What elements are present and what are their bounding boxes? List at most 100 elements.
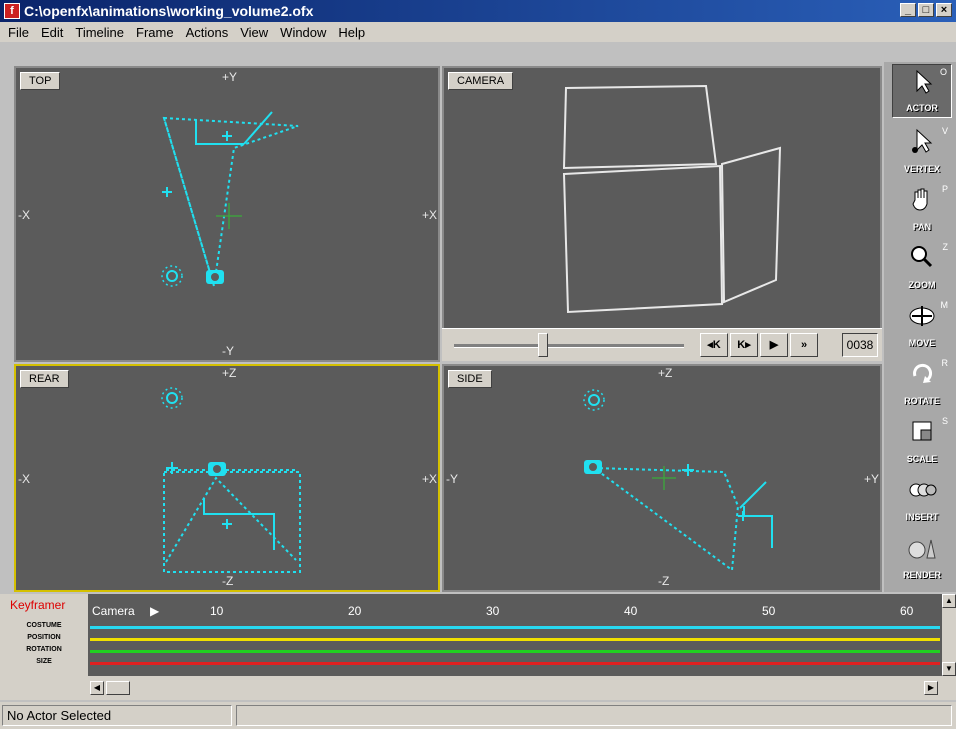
minimize-button[interactable]: _ (900, 3, 916, 17)
axis-label-right: +Y (864, 472, 880, 486)
tool-actor[interactable]: O ACTOR (892, 64, 952, 118)
rear-scene (161, 387, 301, 573)
rotate-icon (913, 363, 932, 383)
tool-scale[interactable]: S SCALE (892, 414, 952, 468)
tool-scale-label: SCALE (906, 454, 938, 464)
status-bar: No Actor Selected (0, 702, 956, 729)
side-viewport[interactable]: SIDE +Z -Z -Y +Y (442, 364, 882, 592)
side-viewport-label[interactable]: SIDE (448, 370, 492, 388)
top-viewport[interactable]: TOP +Y -Y -X +X (14, 66, 440, 362)
row-costume: COSTUME (26, 622, 62, 629)
move-icon (909, 306, 935, 326)
frame-slider-track[interactable] (454, 344, 684, 348)
insert-icon (909, 483, 937, 497)
maximize-button[interactable]: □ (918, 3, 934, 17)
scroll-left-button[interactable]: ◀ (90, 681, 104, 695)
menu-help[interactable]: Help (334, 25, 369, 40)
app-icon[interactable]: f (4, 3, 20, 19)
prev-keyframe-button[interactable]: ◂K (700, 333, 728, 357)
ruler-tick: 50 (762, 604, 776, 618)
menu-view[interactable]: View (236, 25, 272, 40)
magnifier-icon (911, 246, 933, 268)
menu-frame[interactable]: Frame (132, 25, 178, 40)
axis-label-top: +Z (658, 366, 673, 380)
close-button[interactable]: × (936, 3, 952, 17)
tool-pan[interactable]: P PAN (892, 182, 952, 236)
tool-actor-label: ACTOR (906, 103, 938, 113)
track-costume[interactable] (90, 626, 940, 629)
row-position: POSITION (27, 634, 61, 641)
ruler-tick: 10 (210, 604, 224, 618)
track-rotation[interactable] (90, 650, 940, 653)
light-icon (161, 265, 183, 287)
camera-icon (208, 462, 226, 476)
frame-ruler[interactable]: Camera ▶ 10 20 30 40 50 60 (90, 604, 940, 618)
tool-move-label: MOVE (908, 338, 936, 348)
actor-name: Camera (92, 604, 135, 618)
status-panel (236, 705, 952, 726)
frame-slider-thumb[interactable] (537, 333, 548, 357)
ruler-tick: 30 (486, 604, 500, 618)
light-icon (583, 389, 605, 411)
vertex-arrow-icon (912, 128, 933, 153)
side-scene (583, 389, 773, 572)
frame-number[interactable]: 0038 (842, 333, 878, 357)
keyframer-title: Keyframer (10, 598, 66, 612)
track-position[interactable] (90, 638, 940, 641)
next-keyframe-button[interactable]: K▸ (730, 333, 758, 357)
tool-rotate[interactable]: R ROTATE (892, 356, 952, 410)
ruler-tick: 20 (348, 604, 362, 618)
tool-render[interactable]: RENDER (892, 530, 952, 584)
axis-label-bottom: -Y (222, 344, 234, 358)
tool-render-label: RENDER (902, 570, 941, 580)
scroll-down-button[interactable]: ▼ (942, 662, 956, 676)
render-icon (908, 539, 936, 559)
hand-icon (912, 188, 928, 211)
keyframer-legend: Keyframer COSTUME POSITION ROTATION SIZE (0, 594, 88, 676)
camera-viewport-label[interactable]: CAMERA (448, 72, 514, 90)
axis-label-left: -Y (446, 472, 458, 486)
menu-file[interactable]: File (4, 25, 33, 40)
axis-label-right: +X (422, 208, 438, 222)
axis-label-top: +Y (222, 70, 238, 84)
top-scene (161, 111, 299, 287)
camera-scene (562, 84, 782, 314)
window-title: C:\openfx\animations\working_volume2.ofx (24, 3, 314, 19)
scroll-up-button[interactable]: ▲ (942, 594, 956, 608)
tool-insert[interactable]: INSERT (892, 472, 952, 526)
scroll-thumb[interactable] (106, 681, 130, 695)
ruler-tick: 40 (624, 604, 638, 618)
play-button[interactable]: ▶ (760, 333, 788, 357)
fast-forward-button[interactable]: » (790, 333, 818, 357)
status-text: No Actor Selected (2, 705, 232, 726)
tool-zoom[interactable]: Z ZOOM (892, 240, 952, 294)
keyframer-vscroll[interactable]: ▲ ▼ (942, 594, 956, 676)
tool-vertex-label: VERTEX (903, 164, 940, 174)
camera-viewport[interactable]: CAMERA (442, 66, 882, 330)
menu-window[interactable]: Window (276, 25, 330, 40)
row-rotation: ROTATION (26, 646, 62, 653)
menu-edit[interactable]: Edit (37, 25, 67, 40)
top-viewport-label[interactable]: TOP (20, 72, 61, 90)
track-size[interactable] (90, 662, 940, 665)
title-bar: f C:\openfx\animations\working_volume2.o… (0, 0, 956, 22)
keyframer-hscroll[interactable]: ◀ ▶ (0, 676, 956, 700)
axis-label-right: +X (422, 472, 438, 486)
light-icon (161, 387, 183, 409)
rear-viewport[interactable]: REAR +Z -Z -X +X (14, 364, 440, 592)
playback-bar: ◂K K▸ ▶ » 0038 (442, 328, 882, 361)
tool-insert-label: INSERT (905, 512, 939, 522)
axis-label-bottom: -Z (222, 574, 234, 588)
tool-pan-label: PAN (912, 222, 932, 232)
camera-icon (206, 270, 224, 284)
ruler-tick: 60 (900, 604, 914, 618)
tool-move[interactable]: M MOVE (892, 298, 952, 352)
tool-vertex[interactable]: V VERTEX (892, 124, 952, 178)
scroll-right-button[interactable]: ▶ (924, 681, 938, 695)
rear-viewport-label[interactable]: REAR (20, 370, 69, 388)
tool-palette: O ACTOR V VERTEX P PAN Z ZOOM M MOVE R R… (884, 62, 956, 592)
menu-timeline[interactable]: Timeline (71, 25, 128, 40)
current-frame-marker: ▶ (150, 604, 160, 618)
menu-actions[interactable]: Actions (182, 25, 233, 40)
axis-label-left: -X (18, 208, 30, 222)
